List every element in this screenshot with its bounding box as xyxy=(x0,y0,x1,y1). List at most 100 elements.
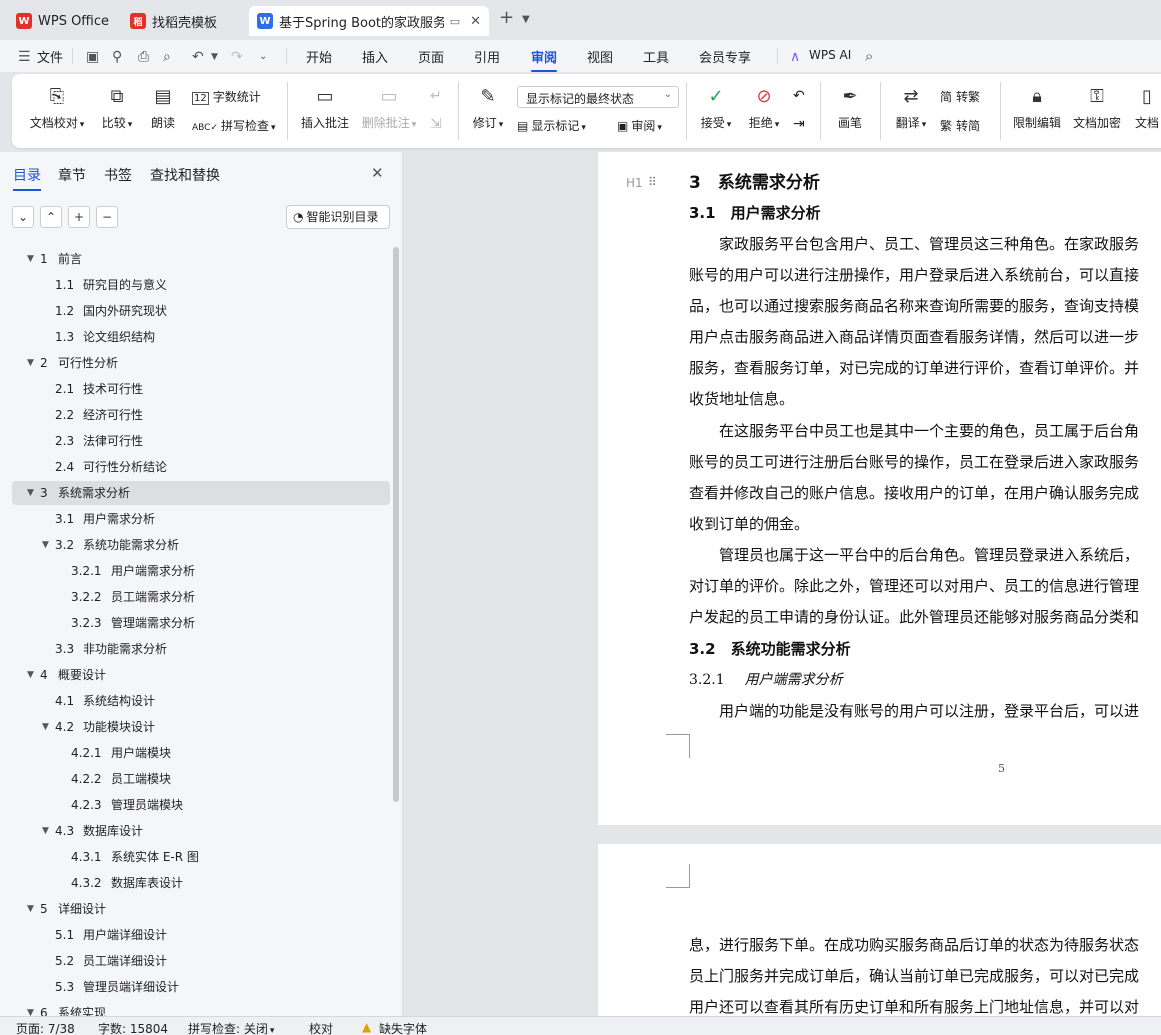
remove-heading-button[interactable]: − xyxy=(96,206,118,228)
menu-view[interactable]: 视图 xyxy=(587,47,613,66)
show-markup-button[interactable]: ▤ 显示标记 ▾ xyxy=(517,117,586,134)
toc-item[interactable]: 3.2.3 管理端需求分析 xyxy=(12,611,390,635)
tab-template[interactable]: 稻 找稻壳模板 xyxy=(122,6,242,36)
toc-item[interactable]: 3.2.1 用户端需求分析 xyxy=(12,559,390,583)
toc-item[interactable]: 2.3 法律可行性 xyxy=(12,429,390,453)
toc-item[interactable]: ▼ 3.2 系统功能需求分析 xyxy=(12,533,390,557)
save-icon[interactable]: ▣ xyxy=(86,49,99,65)
toc-item[interactable]: 4.2.2 员工端模块 xyxy=(12,767,390,791)
tab-toc[interactable]: 目录 xyxy=(13,165,41,191)
expand-arrow-icon[interactable]: ▼ xyxy=(27,481,34,505)
scrollbar[interactable] xyxy=(393,247,399,802)
toc-item[interactable]: 1.1 研究目的与意义 xyxy=(12,273,390,297)
expand-up-button[interactable]: ⌃ xyxy=(40,206,62,228)
monitor-icon[interactable]: ▭ xyxy=(450,15,460,28)
expand-arrow-icon[interactable]: ▼ xyxy=(27,663,34,687)
reject-button[interactable]: ⊘ 拒绝 ▾ xyxy=(746,86,782,131)
doc-check-button[interactable]: ⎘ 文档校对 ▾ xyxy=(28,86,86,131)
track-changes-button[interactable]: ✎ 修订 ▾ xyxy=(470,86,506,131)
proof-button[interactable]: 校对 xyxy=(309,1020,333,1035)
heading-1[interactable]: 3 系统需求分析 xyxy=(689,168,820,193)
expand-arrow-icon[interactable]: ▼ xyxy=(27,247,34,271)
text-line[interactable]: 对订单的评价。除此之外，管理还可以对用户、员工的信息进行管理 xyxy=(689,575,1139,596)
document-page[interactable]: H1 ⠿ 3 系统需求分析 3.1 用户需求分析 家政服务平台包含用户、员工、管… xyxy=(598,152,1161,825)
compare-button[interactable]: ⧉ 比较 ▾ xyxy=(98,86,136,131)
document-page-next[interactable]: 息，进行服务下单。在成功购买服务商品后订单的状态为待服务状态 员上门服务并完成订单… xyxy=(598,844,1161,1016)
text-line[interactable]: 家政服务平台包含用户、员工、管理员这三种角色。在家政服务 xyxy=(689,233,1139,254)
text-line[interactable]: 管理员也属于这一平台中的后台角色。管理员登录进入系统后， xyxy=(689,544,1139,565)
encrypt-button[interactable]: ⚿ 文档加密 xyxy=(1072,86,1122,131)
heading-3-user-side[interactable]: 3.2.1 用户端需求分析 xyxy=(689,669,843,689)
toc-item[interactable]: 5.3 管理员端详细设计 xyxy=(12,975,390,999)
undo-dropdown-icon[interactable]: ▼ xyxy=(211,52,218,62)
expand-arrow-icon[interactable]: ▼ xyxy=(27,1001,34,1016)
toc-item[interactable]: 1.3 论文组织结构 xyxy=(12,325,390,349)
spell-check-button[interactable]: ABC✓ 拼写检查 ▾ xyxy=(192,117,276,134)
delete-comment-button[interactable]: ▭ 删除批注 ▾ xyxy=(360,86,418,131)
toc-item[interactable]: 2.1 技术可行性 xyxy=(12,377,390,401)
text-line[interactable]: 账号的用户可以进行注册操作，用户登录后进入系统前台，可以直接 xyxy=(689,264,1139,285)
tab-bookmarks[interactable]: 书签 xyxy=(104,165,132,185)
toc-item[interactable]: 2.2 经济可行性 xyxy=(12,403,390,427)
expand-arrow-icon[interactable]: ▼ xyxy=(42,533,49,557)
display-mode-select[interactable]: 显示标记的最终状态 ⌄ xyxy=(517,86,679,108)
text-line[interactable]: 息，进行服务下单。在成功购买服务商品后订单的状态为待服务状态 xyxy=(689,934,1139,955)
to-simplified-button[interactable]: 繁转简 xyxy=(940,117,980,134)
menu-wps-ai[interactable]: WPS AI xyxy=(809,48,851,62)
read-aloud-button[interactable]: ▤ 朗读 xyxy=(148,86,178,131)
to-traditional-button[interactable]: 简转繁 xyxy=(940,88,980,105)
toc-item[interactable]: 3.2.2 员工端需求分析 xyxy=(12,585,390,609)
text-line[interactable]: 服务，查看服务订单，对已完成的订单进行评价，查看订单评价。并 xyxy=(689,357,1139,378)
toc-item[interactable]: ▼ 4 概要设计 xyxy=(12,663,390,687)
menu-insert[interactable]: 插入 xyxy=(362,47,388,66)
text-line[interactable]: 用户还可以查看其所有历史订单和所有服务上门地址信息，并可以对 xyxy=(689,996,1139,1016)
toc-item[interactable]: ▼ 4.2 功能模块设计 xyxy=(12,715,390,739)
drag-handle-icon[interactable]: ⠿ xyxy=(648,175,657,189)
search-icon[interactable]: ⌕ xyxy=(865,47,873,65)
menu-member[interactable]: 会员专享 xyxy=(699,47,751,66)
close-icon[interactable]: ✕ xyxy=(470,14,481,29)
undo-icon[interactable]: ↶ xyxy=(192,49,204,65)
text-line[interactable]: 员上门服务并完成订单后，确认当前订单已完成服务，可以对已完成 xyxy=(689,965,1139,986)
heading-2-functional-requirements[interactable]: 3.2 系统功能需求分析 xyxy=(689,638,851,659)
text-line[interactable]: 在这服务平台中员工也是其中一个主要的角色，员工属于后台角 xyxy=(689,420,1139,441)
toc-item[interactable]: ▼ 5 详细设计 xyxy=(12,897,390,921)
expand-arrow-icon[interactable]: ▼ xyxy=(42,715,49,739)
toc-item[interactable]: 4.3.1 系统实体 E-R 图 xyxy=(12,845,390,869)
close-icon[interactable]: ✕ xyxy=(371,164,384,182)
prev-change-icon[interactable]: ↶ xyxy=(793,88,805,104)
tab-sections[interactable]: 章节 xyxy=(58,165,86,185)
spell-check-indicator[interactable]: 拼写检查: 关闭 ▾ xyxy=(188,1020,274,1035)
accept-button[interactable]: ✓ 接受 ▾ xyxy=(698,86,734,131)
toc-item[interactable]: ▼ 2 可行性分析 xyxy=(12,351,390,375)
restrict-edit-button[interactable]: 🔒︎ 限制编辑 xyxy=(1012,86,1062,131)
share-icon[interactable]: ⚲ xyxy=(112,49,122,65)
smart-toc-button[interactable]: ◔ 智能识别目录 xyxy=(286,205,390,229)
print-icon[interactable]: ⎙ xyxy=(138,49,149,65)
expand-arrow-icon[interactable]: ▼ xyxy=(27,897,34,921)
file-menu[interactable]: 文件 xyxy=(37,47,63,66)
heading-2-user-requirements[interactable]: 3.1 用户需求分析 xyxy=(689,202,821,223)
text-line[interactable]: 账号的员工可进行注册后台账号的操作，员工在登录后进入家政服务 xyxy=(689,451,1139,472)
text-line[interactable]: 查看并修改自己的账户信息。接收用户的订单，在用户确认服务完成 xyxy=(689,482,1139,503)
toc-item[interactable]: 1.2 国内外研究现状 xyxy=(12,299,390,323)
toc-item[interactable]: ▼ 1 前言 xyxy=(12,247,390,271)
next-comment-icon[interactable]: ⇲ xyxy=(430,116,442,132)
toc-item[interactable]: ▼ 6 系统实现 xyxy=(12,1001,390,1016)
expand-arrow-icon[interactable]: ▼ xyxy=(42,819,49,843)
text-line[interactable]: 品，也可以通过搜索服务商品名称来查询所需要的服务，查询支持模 xyxy=(689,295,1139,316)
review-pane-button[interactable]: ▣ 审阅 ▾ xyxy=(617,117,662,134)
print-preview-icon[interactable]: ⌕ xyxy=(163,49,171,65)
toc-item[interactable]: 4.2.1 用户端模块 xyxy=(12,741,390,765)
tab-document[interactable]: W 基于Spring Boot的家政服务平 ▭ ✕ xyxy=(249,6,489,36)
hamburger-icon[interactable]: ☰ xyxy=(18,49,31,65)
insert-comment-button[interactable]: ▭ 插入批注 xyxy=(300,86,350,131)
toc-item[interactable]: 3.1 用户需求分析 xyxy=(12,507,390,531)
pen-button[interactable]: ✒ 画笔 xyxy=(834,86,866,131)
toc-item[interactable]: 4.3.2 数据库表设计 xyxy=(12,871,390,895)
translate-button[interactable]: ⇄ 翻译 ▾ xyxy=(892,86,930,131)
menu-reference[interactable]: 引用 xyxy=(474,47,500,66)
text-line[interactable]: 用户点击服务商品进入商品详情页面查看服务详情，然后可以进一步 xyxy=(689,326,1139,347)
toc-item[interactable]: 2.4 可行性分析结论 xyxy=(12,455,390,479)
add-heading-button[interactable]: + xyxy=(68,206,90,228)
